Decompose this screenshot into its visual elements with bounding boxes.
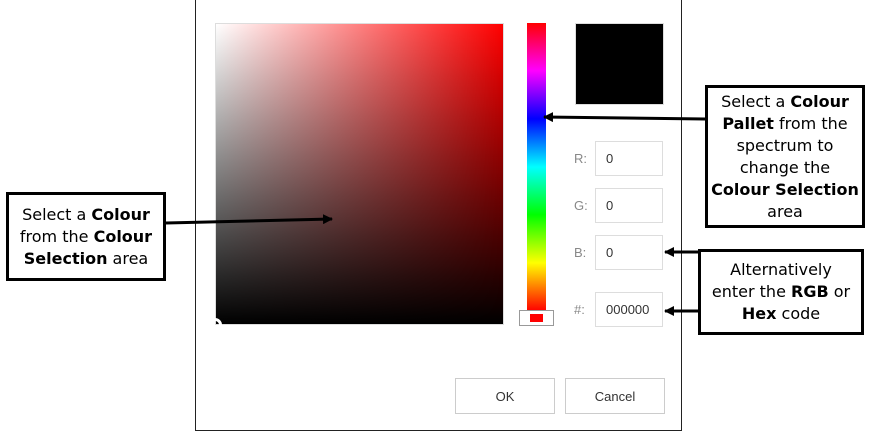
arrow-to-hue-strip bbox=[543, 112, 706, 123]
arrow-to-selection-area bbox=[165, 214, 333, 225]
annotation-arrows bbox=[165, 112, 706, 316]
